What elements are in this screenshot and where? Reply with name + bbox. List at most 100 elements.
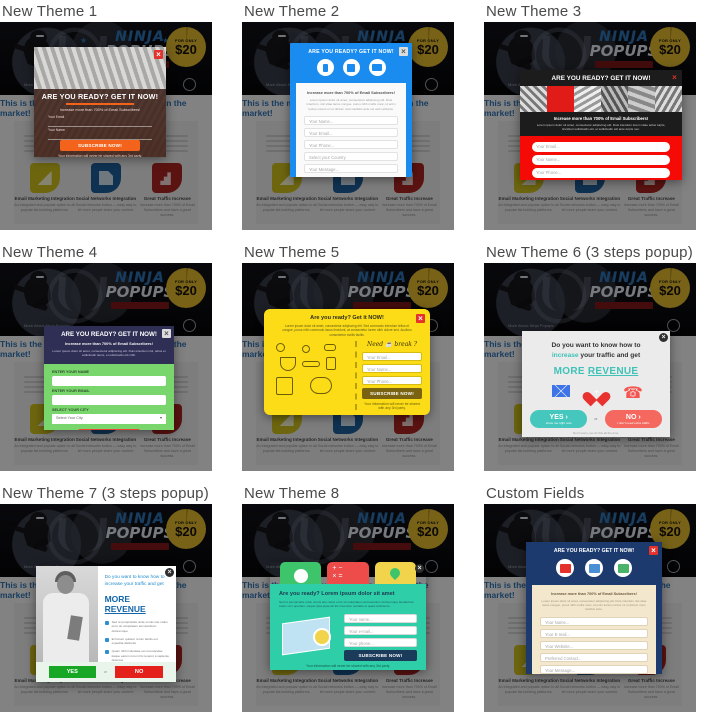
yes-button[interactable]: YES › show me right now — [530, 410, 588, 428]
theme-preview-thumbnail[interactable]: NINJAPOPUPS FOR ONLY$20 More About Ninja… — [0, 504, 212, 712]
theme-card-new-theme-1[interactable]: New Theme 1 ★ ★ ★ NINJA POPUPS FOR ONLY — [0, 0, 235, 241]
popup-form: Need ☕ break ? Your Email... Your Name..… — [362, 341, 422, 410]
image-strip — [520, 86, 682, 112]
theme-preview-thumbnail[interactable]: NINJAPOPUPS FOR ONLY$20 More About Ninja… — [484, 263, 696, 471]
popup-theme-1[interactable]: ARE YOU READY? GET IT NOW! Increase more… — [34, 47, 166, 157]
close-icon[interactable]: × — [659, 333, 668, 342]
subscribe-button[interactable]: SUBSCRIBE NOW! — [60, 140, 140, 151]
email-input[interactable]: Your Email... — [362, 352, 422, 362]
popup-headline: Are you ready? Get it NOW! — [310, 315, 384, 321]
theme-card-new-theme-2[interactable]: New Theme 2 NINJA POPUPS FOR ONLY $20 Mo… — [242, 0, 477, 241]
email-input[interactable] — [52, 394, 166, 405]
name-input[interactable] — [48, 133, 152, 140]
popup-theme-2[interactable]: ARE YOU READY? GET IT NOW! Increase more… — [290, 43, 412, 177]
close-icon[interactable]: × — [416, 314, 425, 323]
theme-card-new-theme-8[interactable]: New Theme 8 NINJA POPUPS FOR ONLY $20 More… — [242, 482, 477, 723]
website-input[interactable]: Your Website... — [540, 640, 648, 650]
close-icon[interactable]: × — [162, 329, 171, 338]
popup-form: Your name... Your e-mail... Your phone..… — [343, 613, 417, 661]
email-input[interactable]: Your Email... — [532, 141, 670, 152]
no-button[interactable]: NO — [114, 666, 164, 678]
subscribe-button[interactable]: SUBSCRIBE NOW! — [343, 649, 417, 661]
popup-theme-8[interactable]: Are you ready? Lorem ipsum dolor sit ame… — [270, 562, 426, 670]
popup-photo — [34, 47, 166, 89]
no-button[interactable]: NO › I don't need extra traffic — [604, 410, 663, 428]
theme-preview-thumbnail[interactable]: NINJAPOPUPS FOR ONLY$20 More About Ninja… — [484, 22, 696, 230]
preferred-contact-input[interactable]: Preferred Contact... — [540, 652, 648, 662]
popup-subhead: Increase more than 700% of Email Subscri… — [307, 90, 395, 95]
theme-title: New Theme 5 — [244, 244, 340, 261]
theme-card-new-theme-4[interactable]: New Theme 4 NINJA POPUPS FOR ONLY $20 More… — [0, 241, 235, 482]
question-line-2: your traffic and get — [578, 352, 641, 359]
pizza-icon — [280, 357, 296, 372]
popup-theme-5[interactable]: Are you ready? Get it NOW! Lorem ipsum d… — [264, 309, 430, 415]
close-icon[interactable]: × — [649, 546, 658, 555]
name-input[interactable] — [52, 375, 166, 386]
theme-title: New Theme 7 (3 steps popup) — [2, 485, 209, 502]
name-input[interactable]: Your Name... — [532, 154, 670, 165]
theme-card-custom-fields[interactable]: Custom Fields NINJA POPUPS FOR ONLY $20 Mo… — [484, 482, 719, 723]
email-input[interactable]: Your e-mail... — [343, 625, 417, 635]
popup-theme-3[interactable]: ARE YOU READY? GET IT NOW! Increase more… — [520, 70, 682, 180]
theme-preview-thumbnail[interactable]: NINJAPOPUPS FOR ONLY$20 More About Ninja… — [242, 263, 454, 471]
email-input[interactable]: Your Email... — [304, 128, 398, 138]
theme-title: New Theme 3 — [486, 3, 582, 20]
popup-theme-7[interactable]: Do you want to know how to increase your… — [36, 566, 176, 682]
theme-preview-thumbnail[interactable]: ★ ★ ★ NINJA POPUPS FOR ONLY $20 More Abo… — [0, 22, 212, 230]
popup-body: Lorem ipsum dolor sit amet, consectetur … — [282, 324, 412, 337]
theme-title: New Theme 2 — [244, 3, 340, 20]
phone-input[interactable]: Your Phone... — [532, 167, 670, 178]
check-icon — [104, 650, 109, 655]
name-input[interactable]: Your Name... — [362, 364, 422, 374]
name-field-group[interactable]: Your Name — [48, 128, 152, 140]
city-select[interactable]: Select Your City — [52, 413, 166, 424]
yes-button[interactable]: YES — [48, 666, 96, 678]
hotdog-icon — [302, 361, 320, 368]
question-highlight: increase — [104, 582, 123, 587]
popup-theme-4[interactable]: ARE YOU READY? GET IT NOW! Increase more… — [44, 326, 174, 430]
popup-headline: ARE YOU READY? GET IT NOW! — [308, 49, 394, 55]
close-icon[interactable]: × — [154, 50, 163, 59]
close-icon[interactable]: × — [399, 47, 408, 56]
phone-icon — [623, 383, 643, 403]
email-field-group[interactable]: Your Email — [48, 115, 152, 127]
popup-headline: ARE YOU READY? GET IT NOW! — [551, 75, 651, 82]
popup-subhead: Increase more than 700% of Email Subscri… — [65, 341, 153, 346]
popup-theme-6[interactable]: Do you want to know how to increase your… — [522, 331, 670, 437]
email-input[interactable] — [48, 120, 152, 127]
question-highlight: increase — [551, 352, 579, 359]
popup-custom-fields[interactable]: ARE YOU READY? GET IT NOW! Increase more… — [526, 542, 662, 674]
message-input[interactable]: Your Message... — [304, 164, 398, 174]
theme-preview-thumbnail[interactable]: NINJAPOPUPS FOR ONLY$20 More About Ninja… — [484, 504, 696, 712]
theme-preview-thumbnail[interactable]: NINJAPOPUPS FOR ONLY$20 More About Ninja… — [242, 504, 454, 712]
popup-form-panel: Increase more than 700% of Email Subscri… — [296, 83, 406, 177]
close-icon[interactable]: × — [415, 564, 424, 573]
phone-input[interactable]: Your phone... — [343, 637, 417, 647]
popup-subtext: Increase more than 700% of Email Subscri… — [59, 108, 141, 112]
subscribe-button[interactable]: SUBSCRIBE NOW! — [78, 428, 140, 430]
theme-card-new-theme-7[interactable]: New Theme 7 (3 steps popup) NINJA POPUPS … — [0, 482, 235, 723]
theme-preview-thumbnail[interactable]: NINJA POPUPS FOR ONLY $20 More About Nin… — [242, 22, 454, 230]
check-icon — [104, 621, 109, 625]
popup-headline: Are you ready? Lorem ipsum dolor sit ame… — [279, 591, 395, 597]
phone-input[interactable]: Your Phone... — [304, 140, 398, 150]
more-revenue-label: MORE REVENUE — [553, 366, 639, 377]
theme-card-new-theme-3[interactable]: New Theme 3 NINJA POPUPS FOR ONLY $20 More… — [484, 0, 719, 241]
name-input[interactable]: Your Name... — [540, 616, 648, 626]
name-input[interactable]: Your Name... — [304, 116, 398, 126]
close-icon[interactable]: × — [165, 568, 174, 577]
close-icon[interactable]: × — [670, 73, 679, 82]
phone-input[interactable]: Your Phone... — [362, 376, 422, 386]
message-input[interactable]: Your Message... — [540, 664, 648, 674]
name-input[interactable]: Your name... — [343, 613, 417, 623]
need-break-label: Need ☕ break ? — [366, 341, 418, 349]
email-input[interactable]: Your E-mail... — [540, 628, 648, 638]
bullet-item: Quam nihil molestiae est recusandae itaq… — [104, 649, 170, 662]
desktop-icon — [368, 59, 386, 76]
subscribe-button[interactable]: SUBSCRIBE NOW! — [362, 388, 422, 400]
envelope-icon — [556, 559, 574, 577]
country-select[interactable]: Select your Country — [304, 152, 398, 162]
theme-preview-thumbnail[interactable]: NINJAPOPUPS FOR ONLY$20 More About Ninja… — [0, 263, 212, 471]
theme-card-new-theme-6[interactable]: New Theme 6 (3 steps popup) NINJA POPUPS … — [484, 241, 719, 482]
theme-card-new-theme-5[interactable]: New Theme 5 NINJAPOPUPS FOR ONLY$20 More… — [242, 241, 477, 482]
